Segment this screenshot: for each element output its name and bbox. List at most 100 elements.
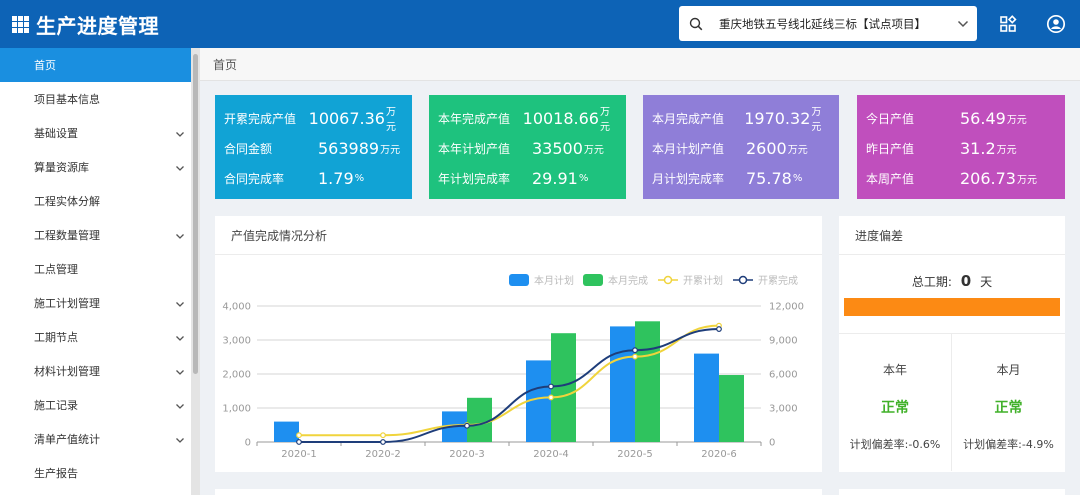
sidebar-item[interactable]: 生产报告 — [0, 456, 191, 490]
chevron-down-icon — [175, 366, 185, 379]
stat-value: 206.73 — [960, 168, 1016, 188]
sidebar-item[interactable]: 工程实体分解 — [0, 184, 191, 218]
sidebar-scrollbar[interactable] — [191, 48, 200, 495]
stat-row: 合同金额 563989 万元 — [224, 133, 404, 163]
chevron-down-icon — [175, 162, 185, 175]
rate-value: -0.6% — [908, 438, 941, 451]
y-left-tick-label: 4,000 — [222, 302, 251, 313]
stat-value: 75.78 — [746, 168, 792, 188]
stat-row: 本年完成产值 10018.66 万元 — [438, 103, 618, 133]
apps-icon[interactable] — [996, 12, 1020, 36]
scrollbar-thumb[interactable] — [193, 54, 198, 374]
sidebar-item[interactable]: 清单产值统计 — [0, 422, 191, 456]
line-point — [464, 422, 470, 429]
top-header: 生产进度管理 重庆地铁五号线北延线三标【试点项目】 — [0, 0, 1080, 48]
stat-value: 56.49 — [960, 108, 1006, 128]
line-point — [632, 353, 638, 360]
sidebar-item[interactable]: 工程数量管理 — [0, 218, 191, 252]
x-tick-label: 2020-6 — [701, 449, 736, 460]
sidebar-item[interactable]: 首页 — [0, 48, 191, 82]
lower-panel-left — [215, 489, 822, 495]
x-tick-label: 2020-3 — [449, 449, 484, 460]
sidebar: 首页项目基本信息 基础设置 算量资源库工程实体分解工程数量管理工点管理施工计划管理工… — [0, 48, 191, 495]
duration-progress-bar — [844, 298, 1060, 316]
sidebar-item[interactable]: 项目基本信息 — [0, 82, 191, 116]
sidebar-item-label: 施工记录 — [34, 399, 78, 412]
x-tick-label: 2020-4 — [533, 449, 568, 460]
chevron-down-icon — [175, 298, 185, 311]
stat-unit: % — [578, 172, 589, 184]
stat-value: 1970.32 — [744, 108, 811, 128]
sidebar-item[interactable]: 施工计划管理 — [0, 286, 191, 320]
chevron-down-icon — [175, 400, 185, 413]
sidebar-item-label: 首页 — [34, 59, 56, 72]
user-account-icon[interactable] — [1044, 12, 1068, 36]
sidebar-item[interactable]: 工点管理 — [0, 252, 191, 286]
sidebar-item-label: 工程实体分解 — [34, 195, 100, 208]
total-duration-unit: 天 — [980, 275, 993, 289]
stat-row: 开累完成产值 10067.36 万元 — [224, 103, 404, 133]
stat-value: 10018.66 — [522, 108, 599, 128]
bar — [467, 397, 492, 442]
deviation-month-rate: 计划偏差率:-4.9% — [952, 436, 1065, 452]
sidebar-item[interactable]: 基础设置 — [0, 116, 191, 150]
output-chart: 0 1,000 2,000 3,000 4,000 0 3,000 6,000 9,000 12,… — [222, 302, 804, 461]
stat-label: 本月计划产值 — [652, 141, 725, 156]
bar — [551, 333, 576, 442]
stat-unit: 万元 — [787, 144, 808, 156]
sidebar-item-label: 生产报告 — [34, 467, 78, 480]
y-right-tick-label: 12,000 — [769, 302, 804, 313]
line-point — [380, 432, 386, 439]
stat-unit: 万元 — [385, 107, 396, 133]
y-left-tick-label: 0 — [245, 438, 251, 449]
x-tick-label: 2020-2 — [365, 449, 400, 460]
sidebar-item[interactable]: 算量资源库 — [0, 150, 191, 184]
stat-value: 29.91 — [532, 168, 578, 188]
sidebar-item-label: 工期节点 — [34, 331, 78, 344]
y-right-tick-label: 0 — [769, 438, 775, 449]
lower-panel-right — [839, 489, 1065, 495]
bar — [635, 321, 660, 442]
stat-row: 本年计划产值 33500 万元 — [438, 133, 618, 163]
bar — [610, 326, 635, 442]
stat-unit: % — [792, 172, 803, 184]
stat-unit: 万元 — [1006, 114, 1027, 126]
chevron-down-icon — [949, 20, 977, 28]
line-point — [548, 383, 554, 390]
stat-row: 本月完成产值 1970.32 万元 — [652, 103, 831, 133]
apps-grid-icon[interactable] — [12, 15, 29, 33]
y-right-tick-label: 6,000 — [769, 370, 798, 381]
search-icon — [679, 17, 713, 31]
deviation-year-label: 本年 — [882, 363, 907, 377]
deviation-month: 本月 正常 计划偏差率:-4.9% — [952, 334, 1065, 471]
project-select[interactable]: 重庆地铁五号线北延线三标【试点项目】 — [679, 6, 977, 41]
stat-label: 本月完成产值 — [652, 111, 725, 126]
sidebar-item-label: 清单产值统计 — [34, 433, 100, 446]
stat-label: 本年计划产值 — [438, 141, 511, 156]
breadcrumb-home[interactable]: 首页 — [213, 56, 237, 73]
y-right-tick-label: 9,000 — [769, 336, 798, 347]
line-point — [716, 326, 722, 332]
app-title: 生产进度管理 — [36, 13, 159, 38]
stat-unit: 万元 — [1016, 174, 1037, 186]
stat-unit: 万元 — [811, 107, 822, 133]
sidebar-item-label: 施工计划管理 — [34, 297, 100, 310]
project-select-value: 重庆地铁五号线北延线三标【试点项目】 — [719, 16, 926, 31]
sidebar-item-label: 工点管理 — [34, 263, 78, 276]
sidebar-item[interactable]: 工期节点 — [0, 320, 191, 354]
x-tick-label: 2020-5 — [617, 449, 652, 460]
schedule-deviation-panel: 进度偏差 总工期: 0 天 本年 正常 计划偏差率:-0.6% 本月 正常 计划… — [839, 216, 1065, 472]
sidebar-item[interactable]: 施工记录 — [0, 388, 191, 422]
stat-label: 开累完成产值 — [224, 111, 297, 126]
deviation-year-rate: 计划偏差率:-0.6% — [839, 436, 951, 452]
sidebar-item[interactable]: 材料计划管理 — [0, 354, 191, 388]
sidebar-item-label: 材料计划管理 — [34, 365, 100, 378]
stat-label: 昨日产值 — [866, 141, 915, 156]
deviation-year: 本年 正常 计划偏差率:-0.6% — [839, 334, 952, 471]
stat-value: 1.79 — [318, 168, 354, 188]
chevron-down-icon — [175, 230, 185, 243]
total-duration-label: 总工期: — [911, 275, 952, 289]
stat-label: 合同完成率 — [224, 171, 285, 186]
stat-value: 2600 — [746, 138, 787, 158]
bar — [694, 353, 719, 442]
